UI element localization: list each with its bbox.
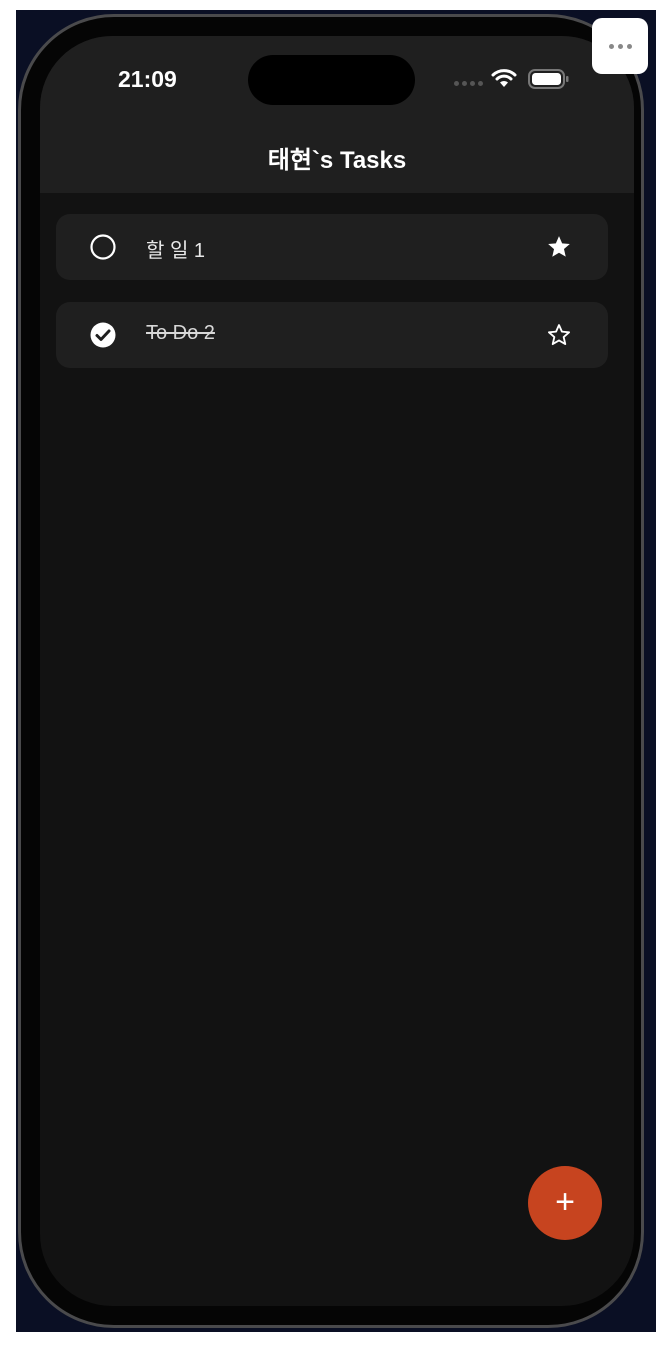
add-task-button[interactable]: + bbox=[528, 1166, 602, 1240]
header: 21:09 태현`s Tasks bbox=[40, 36, 634, 193]
more-options-button[interactable] bbox=[592, 18, 648, 74]
task-label: To Do 2 bbox=[146, 322, 215, 344]
task-label: 할 일 1 bbox=[146, 240, 206, 262]
app-screen: 21:09 태현`s Tasks 할 일 1 To Do 2 + bbox=[40, 36, 634, 1306]
dot bbox=[617, 43, 623, 49]
task-item[interactable]: To Do 2 bbox=[56, 302, 608, 368]
wifi-icon bbox=[491, 69, 517, 87]
unchecked-circle-icon[interactable] bbox=[90, 234, 116, 260]
battery-icon bbox=[528, 69, 569, 89]
signal-icon bbox=[454, 81, 483, 86]
page-title: 태현`s Tasks bbox=[267, 147, 407, 174]
dot bbox=[608, 43, 614, 49]
star-filled-icon[interactable] bbox=[546, 234, 572, 260]
dot bbox=[626, 43, 632, 49]
status-time: 21:09 bbox=[118, 66, 177, 92]
dynamic-island bbox=[248, 55, 415, 105]
task-item[interactable]: 할 일 1 bbox=[56, 214, 608, 280]
checked-circle-icon[interactable] bbox=[90, 322, 116, 348]
star-outline-icon[interactable] bbox=[546, 322, 572, 348]
